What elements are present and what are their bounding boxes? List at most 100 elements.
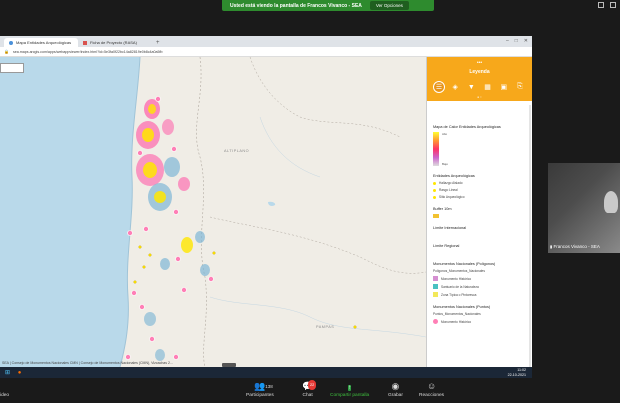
heat-blob (148, 104, 156, 114)
site-marker (142, 265, 146, 269)
chat-icon: 💬22 (302, 380, 317, 391)
record-button[interactable]: ◉ Grabar (388, 381, 403, 398)
windows-icon[interactable]: ⊞ (3, 368, 12, 377)
swatch (433, 292, 438, 297)
legend-item: Rasgo Lineal (433, 188, 526, 192)
monument-marker (137, 150, 143, 156)
monument-marker (139, 304, 145, 310)
participants-count: 138 (265, 384, 273, 389)
legend-subtitle: Puntos_Monumentos_Nacionales (433, 312, 481, 316)
view-options-button[interactable]: Ver Opciones (369, 1, 409, 10)
monument-marker (131, 290, 137, 296)
legend-section-title: Monumentos Nacionales (Puntos) (433, 305, 491, 309)
legend-pager[interactable]: ● ○ (427, 95, 532, 99)
clock-date: 22-10-2021 (507, 372, 526, 377)
reactions-button[interactable]: ☺ Reacciones (419, 381, 444, 398)
participants-button[interactable]: 👥 138 Participantes (246, 381, 274, 398)
heat-blob (155, 349, 165, 361)
participant-name: ▮ Francos Vivanco - SEA (550, 244, 600, 249)
site-marker (353, 325, 357, 329)
minimize-icon[interactable]: – (506, 38, 509, 44)
lake (268, 201, 276, 206)
new-tab-icon[interactable]: + (156, 40, 160, 46)
legend-item: Hallazgo Aislado (433, 181, 526, 185)
browser-tabbar: Mapa Entidades Arqueológicas Ficha de Pr… (0, 36, 532, 47)
legend-toolbar: ☰ ◈ ▼ ▦ ▣ ⎘ (433, 81, 526, 93)
legend-item: Santuario de la Naturaleza (433, 284, 526, 289)
tab-map[interactable]: Mapa Entidades Arqueológicas (4, 38, 78, 47)
zoom-top-bar: Usted está viendo la pantalla de Francos… (0, 0, 620, 12)
legend-item: Zona Típica o Pintoresca (433, 292, 526, 297)
chat-badge: 22 (308, 380, 317, 390)
layers-icon[interactable]: ◈ (449, 81, 461, 93)
monument-marker (175, 256, 181, 262)
bag-icon[interactable]: ▣ (498, 81, 510, 93)
maximize-icon[interactable]: □ (515, 38, 518, 44)
international-border (196, 57, 207, 367)
minimize-icon[interactable] (598, 2, 604, 8)
video-button[interactable]: ideo (0, 381, 9, 398)
heat-blob (144, 312, 156, 326)
legend-item (433, 214, 526, 218)
international-border (249, 57, 401, 138)
site-marker (212, 251, 216, 255)
legend-section-title: Monumentos Nacionales (Polígonos) (433, 262, 496, 266)
table-icon[interactable]: ▦ (482, 81, 494, 93)
map-label-altiplano: ALTIPLANO (224, 149, 250, 153)
site-marker (138, 245, 142, 249)
share-screen-icon: ↑ (348, 385, 352, 391)
close-icon[interactable]: ✕ (524, 38, 528, 44)
legend-scrollbar[interactable] (529, 105, 531, 381)
filter-icon[interactable]: ▼ (465, 81, 477, 93)
signal-icon: ▮ (550, 244, 553, 249)
ocean-area (0, 57, 140, 367)
globe-icon (9, 40, 13, 45)
legend-item: Monumento Histórico (433, 319, 526, 324)
monument-marker (125, 354, 131, 360)
taskbar-clock[interactable]: 11:02 22-10-2021 (508, 368, 526, 377)
monument-marker (127, 230, 133, 236)
map-canvas[interactable]: ALTIPLANO PAMPAS SEA | Consejo de Monume… (0, 57, 426, 367)
participant-video-tile[interactable]: ▮ Francos Vivanco - SEA (548, 163, 620, 253)
monument-marker (155, 96, 161, 102)
browser-icon[interactable]: ● (15, 368, 24, 377)
heat-scale: Alto Bajo (433, 129, 526, 166)
heat-scale-labels: Alto Bajo (442, 132, 448, 166)
heat-blob (143, 162, 157, 178)
map-svg (0, 57, 426, 367)
share-screen-button[interactable]: ↑ Compartir pantalla (330, 381, 369, 398)
participants-icon: 👥 138 (254, 381, 273, 391)
heat-blob (164, 157, 180, 177)
maximize-icon[interactable] (610, 2, 616, 8)
address-bar[interactable]: 🔒 sea.maps.arcgis.com/apps/webappviewer/… (0, 47, 532, 57)
participant-figure (604, 191, 618, 213)
legend-section-title: Buffer 10m (433, 207, 452, 211)
shared-screen: Mapa Entidades Arqueológicas Ficha de Pr… (0, 36, 532, 381)
smiley-icon: ☺ (426, 381, 437, 391)
tab-label: Ficha de Proyecto (RASA) (90, 40, 137, 45)
chat-button[interactable]: 💬22 Chat (302, 380, 317, 398)
site-marker (148, 253, 152, 257)
legend-section-title: Límite Internacional (433, 226, 467, 230)
monument-marker (171, 146, 177, 152)
legend-body: Mapa de Calor Entidades Arqueológicas Al… (427, 101, 532, 330)
map-attribution: SEA | Consejo de Monumentos Nacionales C… (2, 361, 173, 365)
export-icon[interactable]: ⎘ (514, 81, 526, 93)
map-search-box[interactable] (0, 63, 24, 73)
monument-marker (149, 336, 155, 342)
legend-item: Monumento Histórico (433, 276, 526, 281)
list-icon[interactable]: ☰ (433, 81, 445, 93)
site-marker (133, 280, 137, 284)
browser-window-controls: – □ ✕ (506, 38, 528, 44)
swatch (433, 276, 438, 281)
site-markers (133, 245, 357, 329)
heat-blob (200, 264, 210, 276)
tab-ficha[interactable]: Ficha de Proyecto (RASA) (78, 38, 152, 47)
legend-header: ••• Leyenda ☰ ◈ ▼ ▦ ▣ ⎘ ● ○ (427, 57, 532, 101)
url-text: sea.maps.arcgis.com/apps/webappviewer/in… (12, 49, 163, 54)
panel-handle-icon[interactable]: ••• (427, 60, 532, 66)
heat-blob (162, 119, 174, 135)
legend-item: Sitio Arqueológico (433, 195, 526, 199)
heat-blob (160, 258, 170, 270)
legend-section-title: Entidades Arqueológicas (433, 174, 475, 178)
